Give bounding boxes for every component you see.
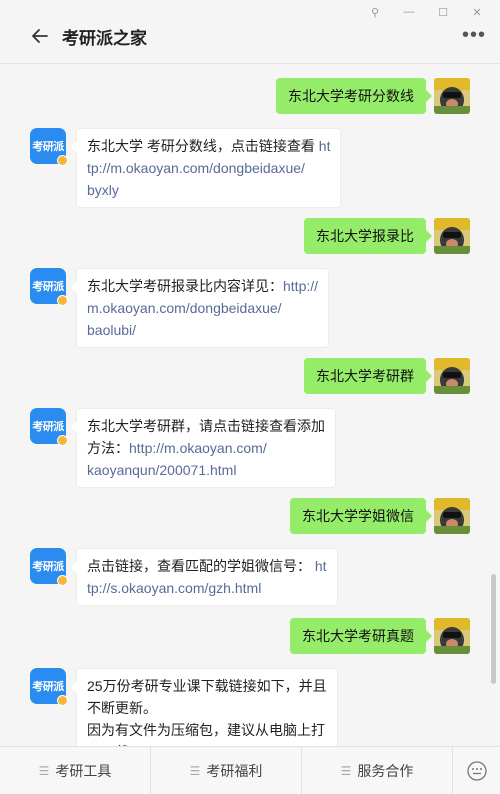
bot-avatar-text: 考研派 — [32, 561, 64, 573]
message-link[interactable]: m.okaoyan.com/dongbeidaxue/ — [87, 300, 282, 316]
incoming-message-bubble[interactable]: 点击链接，查看匹配的学姐微信号： ht tp://s.okaoyan.com/gz… — [71, 548, 338, 606]
message-link[interactable]: http://m.okaoyan.com/ — [129, 440, 267, 456]
message-line: 东北大学考研群，请点击链接查看添加 — [87, 415, 325, 437]
user-avatar[interactable] — [434, 358, 470, 394]
message-line: 不断更新。 — [87, 697, 327, 719]
message-link[interactable]: http:// — [283, 278, 318, 294]
outgoing-message-bubble[interactable]: 东北大学学姐微信 — [290, 498, 432, 534]
message-link[interactable]: tp://m.okaoyan.com/dongbeidaxue/ — [87, 160, 305, 176]
message-line: 东北大学考研报录比内容详见：http:// — [87, 275, 318, 297]
message-text: 东北大学考研报录比内容详见： — [87, 278, 283, 294]
message-text: 方法： — [87, 440, 129, 456]
message-text: 点击链接，查看匹配的学姐微信号： — [87, 558, 315, 574]
user-avatar[interactable] — [434, 218, 470, 254]
bot-avatar[interactable]: 考研派 — [30, 268, 68, 306]
message-link[interactable]: baolubi/ — [87, 322, 136, 338]
message-link[interactable]: byxly — [87, 182, 119, 198]
message-line: kaoyanqun/200071.html — [87, 459, 325, 481]
outgoing-message-bubble[interactable]: 东北大学考研分数线 — [276, 78, 432, 114]
back-arrow-icon[interactable] — [30, 26, 50, 46]
message-text: 东北大学考研群，请点击链接查看添加 — [87, 418, 325, 434]
message-text: 25万份考研专业课下载链接如下，并且 — [87, 678, 327, 694]
message-line: m.okaoyan.com/dongbeidaxue/ — [87, 297, 318, 319]
message-link[interactable]: kaoyanqun/200071.html — [87, 462, 236, 478]
message-link[interactable]: ht — [315, 558, 327, 574]
bottom-menu-bar: ☰ 考研工具 ☰ 考研福利 ☰ 服务合作 — [0, 746, 500, 794]
bot-avatar-text: 考研派 — [32, 681, 64, 693]
incoming-message-bubble[interactable]: 东北大学考研报录比内容详见：http://m.okaoyan.com/dongb… — [70, 268, 330, 348]
message-line: tp://s.okaoyan.com/gzh.html — [87, 577, 327, 599]
bot-avatar-text: 考研派 — [32, 141, 64, 153]
hamburger-icon: ☰ — [189, 764, 201, 778]
more-options-icon[interactable]: ••• — [462, 25, 486, 45]
message-text: 东北大学 考研分数线，点击链接查看 — [87, 138, 319, 154]
outgoing-message-bubble[interactable]: 东北大学报录比 — [304, 218, 432, 254]
bot-avatar-text: 考研派 — [32, 281, 64, 293]
menu-label: 服务合作 — [357, 763, 414, 779]
menu-label: 考研福利 — [206, 763, 263, 779]
message-link[interactable]: ht — [319, 138, 331, 154]
hamburger-icon: ☰ — [38, 764, 50, 778]
message-text: 因为有文件为压缩包，建议从电脑上打 — [87, 722, 325, 738]
incoming-message-bubble[interactable]: 东北大学 考研分数线，点击链接查看 ht tp://m.okaoyan.com/d… — [70, 128, 342, 208]
bot-avatar[interactable]: 考研派 — [30, 548, 68, 586]
minimize-icon[interactable]: — — [392, 2, 426, 22]
menu-label: 考研工具 — [55, 763, 112, 779]
bot-avatar-text: 考研派 — [32, 421, 64, 433]
chat-message-list[interactable]: 东北大学考研分数线 考研派 东北大学 考研分数线，点击链接查看 ht tp://m.o… — [0, 64, 500, 746]
menu-kaoyan-benefits[interactable]: ☰ 考研福利 — [151, 747, 302, 794]
message-link[interactable]: tp://s.okaoyan.com/gzh.html — [87, 580, 261, 596]
maximize-icon[interactable]: ☐ — [426, 2, 460, 22]
message-line: 因为有文件为压缩包，建议从电脑上打 — [87, 719, 327, 741]
bot-avatar[interactable]: 考研派 — [30, 408, 68, 446]
bot-avatar[interactable]: 考研派 — [30, 128, 68, 166]
message-text: 不断更新。 — [87, 700, 157, 716]
verified-badge-icon — [57, 575, 68, 586]
incoming-message-bubble[interactable]: 25万份考研专业课下载链接如下，并且 不断更新。因为有文件为压缩包，建议从电脑上打… — [71, 668, 338, 746]
pin-icon[interactable]: ⚲ — [358, 2, 392, 22]
message-line: 东北大学 考研分数线，点击链接查看 ht — [87, 135, 330, 157]
message-line: tp://m.okaoyan.com/dongbeidaxue/ — [87, 157, 330, 179]
outgoing-message-bubble[interactable]: 东北大学考研真题 — [290, 618, 432, 654]
window-controls: ⚲ — ☐ ✕ — [358, 2, 494, 22]
user-avatar[interactable] — [434, 498, 470, 534]
menu-kaoyan-tools[interactable]: ☰ 考研工具 — [0, 747, 151, 794]
title-bar: ⚲ — ☐ ✕ 考研派之家 ••• — [0, 0, 500, 64]
verified-badge-icon — [57, 295, 68, 306]
chat-title: 考研派之家 — [62, 29, 147, 48]
verified-badge-icon — [57, 695, 68, 706]
hamburger-icon: ☰ — [340, 764, 352, 778]
bot-avatar[interactable]: 考研派 — [30, 668, 68, 706]
close-icon[interactable]: ✕ — [460, 2, 494, 22]
message-line: 方法：http://m.okaoyan.com/ — [87, 437, 325, 459]
message-line: 点击链接，查看匹配的学姐微信号： ht — [87, 555, 327, 577]
message-line: 25万份考研专业课下载链接如下，并且 — [87, 675, 327, 697]
menu-service-cooperation[interactable]: ☰ 服务合作 — [302, 747, 453, 794]
message-line: byxly — [87, 179, 330, 201]
incoming-message-bubble[interactable]: 东北大学考研群，请点击链接查看添加 方法：http://m.okaoyan.com… — [71, 408, 336, 488]
user-avatar[interactable] — [434, 618, 470, 654]
keyboard-toggle-icon — [466, 761, 487, 781]
message-line: baolubi/ — [87, 319, 318, 341]
verified-badge-icon — [57, 435, 68, 446]
keyboard-toggle-button[interactable] — [453, 747, 500, 794]
verified-badge-icon — [57, 155, 68, 166]
outgoing-message-bubble[interactable]: 东北大学考研群 — [304, 358, 432, 394]
user-avatar[interactable] — [434, 78, 470, 114]
scrollbar[interactable] — [491, 574, 496, 684]
